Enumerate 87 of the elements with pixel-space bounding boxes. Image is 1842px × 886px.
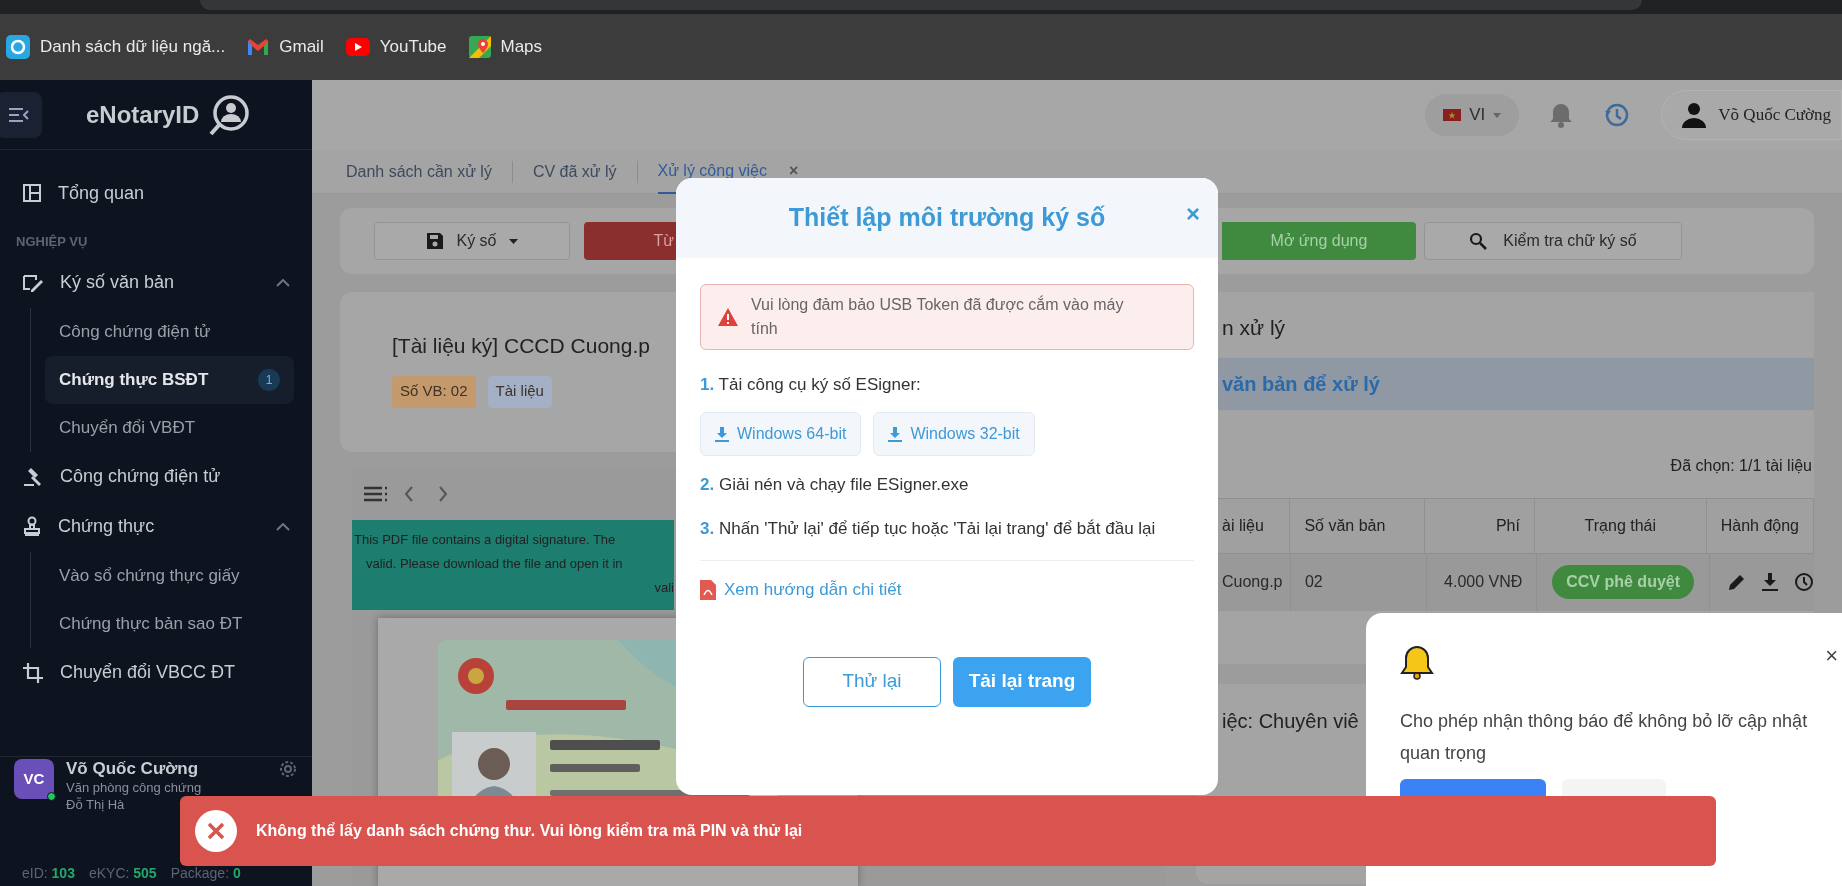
search-icon	[1469, 232, 1488, 250]
step-text: 2. Giải nén và chạy file ESigner.exe	[700, 474, 970, 496]
office-name: Đỗ Thị Hà	[66, 796, 125, 813]
previous-icon[interactable]	[404, 486, 414, 502]
nav-subitem[interactable]: Chứng thực bản sao ĐT	[45, 599, 294, 648]
section-label: NGHIỆP VỤ	[15, 233, 89, 251]
verify-signature-button[interactable]: Kiểm tra chữ ký số	[1424, 222, 1682, 260]
error-icon	[194, 809, 238, 853]
user-avatar: VC	[14, 759, 54, 799]
user-name: Võ Quốc Cường	[66, 759, 200, 779]
nav-item[interactable]: Chứng thực	[12, 501, 300, 552]
warning-alert: Vui lòng đảm bảo USB Token đã được cắm vào máy tính	[700, 284, 1194, 350]
column-header: Hành động	[1706, 498, 1814, 553]
document-title: [Tài liệu ký] CCCD Cuong.p	[392, 333, 650, 359]
step-text: 3. Nhấn 'Thử lại' để tiếp tục hoặc 'Tải lại trang' để bắt đầu lại	[700, 518, 1157, 540]
step-text: 1. Tải công cụ ký số ESigner:	[700, 374, 922, 396]
flag-icon	[1443, 109, 1462, 121]
selected-count: Đã chọn: 1/1 tài liệu	[1670, 455, 1813, 476]
person-search-icon	[207, 92, 252, 137]
panel-title: n xử lý	[1221, 315, 1287, 341]
next-icon[interactable]	[438, 486, 448, 502]
office-name: Văn phòng công chứng	[66, 779, 202, 796]
banner-text: valid. Please download the file and open it in	[365, 555, 624, 573]
collapse-button[interactable]	[0, 91, 42, 138]
status-badge: CCV phê duyệt	[1552, 565, 1695, 599]
download-icon	[715, 426, 729, 442]
mail-icon	[247, 38, 270, 56]
nav-subitem[interactable]: Chuyển đổi VBĐT	[45, 403, 294, 452]
language-selector[interactable]: VI	[1425, 94, 1520, 136]
tab[interactable]: CV đã xử lý	[532, 149, 617, 194]
settings-icon[interactable]	[278, 759, 298, 779]
nav-subitem[interactable]: Chứng thực BSĐT 1	[45, 355, 294, 404]
tag: Tài liệu	[487, 375, 552, 408]
person-icon	[1682, 102, 1707, 128]
warning-icon	[717, 307, 739, 327]
app-icon	[6, 35, 30, 59]
notification-message: Cho phép nhận thông báo để không bỏ lỡ cập nhật quan trọng	[1400, 710, 1809, 765]
banner-text: This PDF file contains a digital signature. The	[354, 531, 617, 549]
stat: eID: 103	[22, 864, 75, 883]
menu-icon[interactable]	[364, 486, 388, 502]
stamp-icon	[22, 515, 42, 538]
save-icon	[426, 232, 445, 250]
dialog-title: Thiết lập môi trường ký số	[788, 202, 1106, 234]
table-cell: 4.000 VNĐ	[1426, 553, 1538, 611]
clock-icon[interactable]	[1794, 572, 1814, 592]
bell-icon	[1400, 645, 1434, 681]
pencil-icon[interactable]	[1728, 573, 1746, 591]
nav-item[interactable]: Ký số văn bản	[12, 257, 300, 308]
download-icon	[888, 426, 903, 442]
map-pin-icon	[468, 36, 491, 58]
brand-name: eNotaryID	[86, 99, 200, 130]
bookmark[interactable]: Danh sách dữ liệu ngă...	[6, 34, 226, 60]
column-header: Phí	[1425, 498, 1535, 553]
bell-icon[interactable]	[1549, 102, 1574, 128]
banner-text: vali	[653, 579, 674, 597]
nav-item[interactable]: Chuyển đổi VBCC ĐT	[12, 647, 300, 698]
column-header: Số văn bản	[1290, 498, 1426, 553]
nav-subitem[interactable]: Công chứng điện tử	[45, 307, 294, 356]
menu-icon	[8, 106, 30, 123]
signature-icon	[22, 272, 44, 293]
crop-icon	[22, 661, 44, 684]
column-header: Trạng thái	[1534, 498, 1707, 553]
dashboard-icon	[22, 183, 42, 203]
play-icon	[345, 38, 370, 56]
gavel-icon	[22, 465, 44, 488]
sign-button[interactable]: Ký số	[374, 222, 570, 260]
close-button[interactable]: ×	[1825, 645, 1838, 667]
download-icon[interactable]	[1762, 573, 1778, 591]
stat: eKYC: 505	[88, 864, 157, 883]
stat: Package: 0	[170, 864, 241, 883]
caret-icon	[508, 238, 518, 244]
toast-message: Không thể lấy danh sách chứng thư. Vui lòng kiểm tra mã PIN và thử lại	[256, 821, 803, 841]
action-button[interactable]: Từ	[584, 222, 676, 260]
tab[interactable]: Danh sách cần xử lý	[346, 149, 492, 194]
nav-subitem[interactable]: Vào sổ chứng thực giấy	[45, 551, 294, 600]
bookmark[interactable]: Gmail	[247, 34, 324, 60]
card-title: iệc: Chuyên viê	[1222, 710, 1359, 732]
table-cell: 02	[1290, 553, 1427, 611]
nav-item[interactable]: Tổng quan	[12, 168, 300, 218]
caret-icon	[1493, 112, 1502, 118]
bookmark[interactable]: YouTube	[345, 34, 447, 60]
count-badge: 1	[258, 368, 280, 391]
tag: Số VB: 02	[392, 375, 476, 408]
nav-item[interactable]: Công chứng điện tử	[12, 451, 300, 502]
user-menu[interactable]: Võ Quốc Cường	[1661, 90, 1842, 140]
pdf-file-icon	[700, 579, 716, 600]
bookmark[interactable]: Maps	[468, 34, 543, 60]
